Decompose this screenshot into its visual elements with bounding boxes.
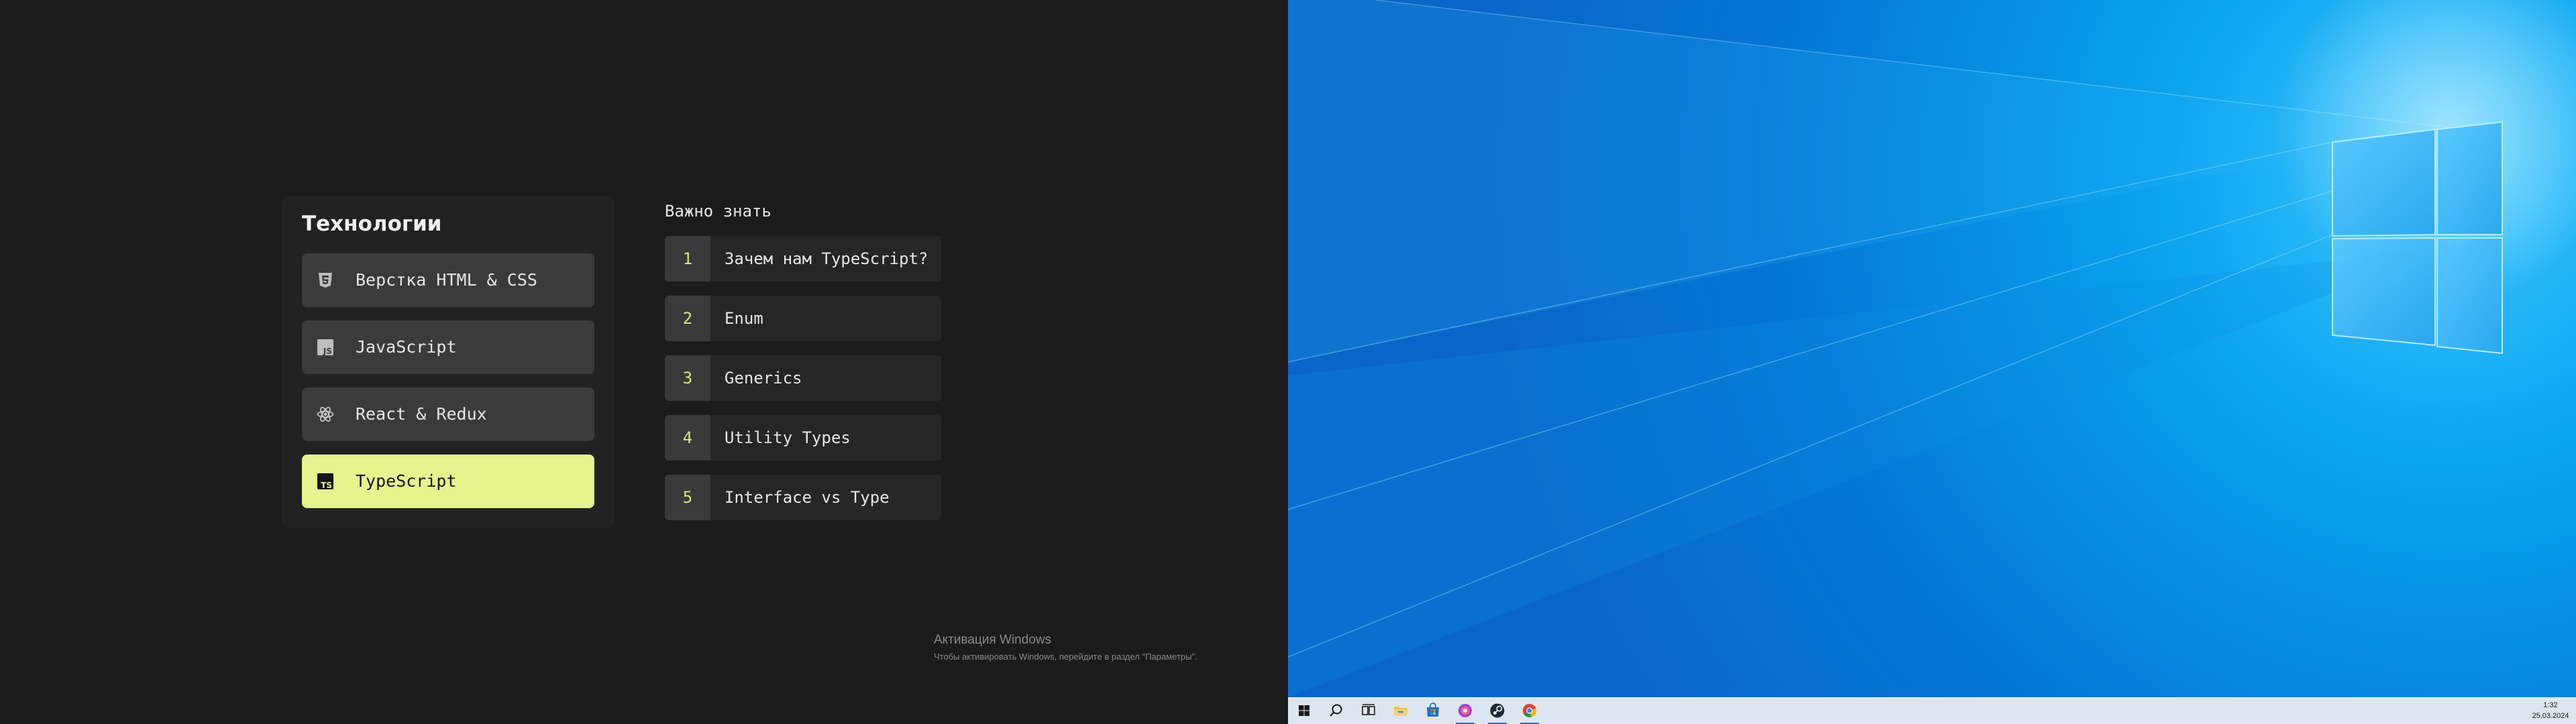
file-explorer-icon: [1394, 707, 1407, 716]
tech-item-label: React & Redux: [356, 404, 487, 424]
topic-label: Generics: [724, 369, 802, 387]
topic-number: 5: [665, 475, 710, 520]
taskbar: 1:32 25.03.2024: [1288, 697, 2576, 724]
tray-clock[interactable]: 1:32 25.03.2024: [2529, 700, 2572, 721]
topic-item[interactable]: 1 Зачем нам TypeScript?: [665, 236, 941, 282]
topic-number: 3: [665, 355, 710, 401]
search-icon: [1330, 704, 1342, 717]
must-know-section: Важно знать 1 Зачем нам TypeScript? 2 En…: [665, 196, 947, 531]
tech-item-label: TypeScript: [356, 471, 457, 491]
clock-time: 1:32: [2543, 701, 2558, 709]
steam-icon: [1490, 703, 1505, 718]
svg-text:JS: JS: [323, 347, 332, 356]
chrome-button[interactable]: [1513, 697, 1546, 724]
topic-item[interactable]: 5 Interface vs Type: [665, 475, 941, 520]
tech-item-html-css[interactable]: Верстка HTML & CSS: [302, 253, 594, 307]
topic-number: 1: [665, 236, 710, 282]
store-button[interactable]: [1417, 697, 1449, 724]
desktop: 1:32 25.03.2024: [1288, 0, 2576, 724]
file-explorer-button[interactable]: [1385, 697, 1417, 724]
browser-window: Технологии Верстка HTML & CSS JS JavaScr…: [0, 0, 1288, 724]
technologies-panel: Технологии Верстка HTML & CSS JS JavaScr…: [282, 196, 614, 528]
react-icon: [317, 406, 334, 423]
task-view-button[interactable]: [1352, 697, 1385, 724]
windows-activation-watermark: Активация Windows Чтобы активировать Win…: [934, 633, 1197, 662]
tech-item-react-redux[interactable]: React & Redux: [302, 387, 594, 441]
messenger-icon: [1458, 704, 1472, 717]
javascript-icon: JS: [317, 339, 334, 356]
chrome-icon: [1523, 704, 1537, 717]
tech-item-javascript[interactable]: JS JavaScript: [302, 320, 594, 374]
steam-button[interactable]: [1481, 697, 1513, 724]
tech-item-label: JavaScript: [356, 337, 457, 357]
topic-number: 2: [665, 296, 710, 341]
messenger-button[interactable]: [1449, 697, 1481, 724]
topic-item[interactable]: 4 Utility Types: [665, 415, 941, 461]
svg-text:TS: TS: [321, 481, 332, 490]
topic-item[interactable]: 2 Enum: [665, 296, 941, 341]
clock-date: 25.03.2024: [2532, 712, 2569, 720]
topic-item[interactable]: 3 Generics: [665, 355, 941, 401]
start-icon: [1299, 705, 1309, 716]
start-button[interactable]: [1288, 697, 1320, 724]
must-know-title: Важно знать: [665, 202, 771, 221]
typescript-icon: TS: [317, 473, 334, 490]
topic-label: Enum: [724, 309, 763, 328]
technologies-title: Технологии: [302, 212, 442, 236]
tech-item-label: Верстка HTML & CSS: [356, 270, 537, 290]
activation-subtitle: Чтобы активировать Windows, перейдите в …: [934, 652, 1197, 662]
topic-label: Зачем нам TypeScript?: [724, 249, 928, 268]
tech-item-typescript[interactable]: TS TypeScript: [302, 455, 594, 508]
topic-label: Interface vs Type: [724, 488, 890, 507]
topic-label: Utility Types: [724, 428, 851, 447]
topic-number: 4: [665, 415, 710, 461]
activation-title: Активация Windows: [934, 633, 1052, 647]
html5-icon: [317, 272, 334, 289]
desktop-wallpaper: [1288, 0, 2576, 697]
search-button[interactable]: [1320, 697, 1352, 724]
task-view-icon: [1362, 704, 1375, 715]
store-icon: [1427, 703, 1439, 717]
